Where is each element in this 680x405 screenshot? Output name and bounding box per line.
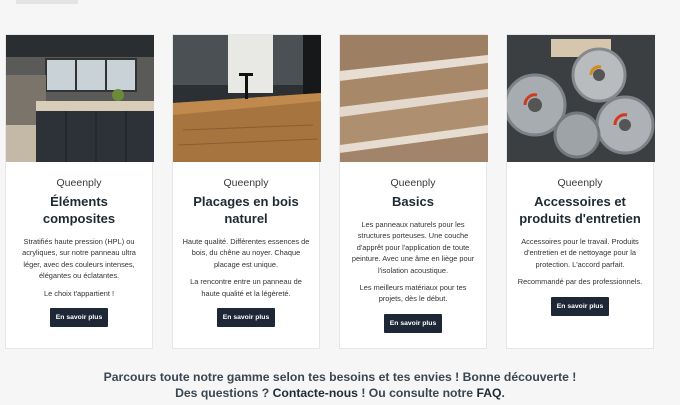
footer-line-2: Des questions ? Contacte-nous ! Ou consu…: [0, 385, 680, 401]
card-basics: Queenply Basics Les panneaux naturels po…: [339, 34, 488, 349]
faq-link[interactable]: FAQ: [476, 386, 501, 400]
kitchen-photo-icon: [6, 35, 154, 162]
veneer-countertop-photo-icon: [173, 35, 321, 162]
top-tab: [16, 0, 78, 4]
card-tagline: La rencontre entre un panneau de haute q…: [190, 277, 302, 298]
card-composites: Queenply Éléments composites Stratifiés …: [5, 34, 154, 349]
saw-blades-photo-icon: [507, 35, 655, 162]
card-brand: Queenply: [56, 177, 102, 189]
card-description: Haute qualité. Différentes essences de b…: [182, 237, 310, 269]
footer-line-1: Parcours toute notre gamme selon tes bes…: [103, 370, 577, 384]
footer-message: Parcours toute notre gamme selon tes bes…: [0, 369, 680, 401]
card-brand: Queenply: [390, 177, 436, 189]
learn-more-button[interactable]: En savoir plus: [383, 313, 443, 333]
card-tagline: Recommandé par des professionnels.: [517, 277, 643, 287]
card-tagline: Le choix t'appartient !: [43, 288, 115, 298]
card-veneers: Queenply Placages en bois naturel Haute …: [172, 34, 321, 349]
contact-link[interactable]: Contacte-nous: [273, 386, 358, 400]
card-description: Les panneaux naturels pour les structure…: [351, 220, 475, 275]
card-tagline: Les meilleurs matériaux pour tes projets…: [359, 283, 467, 304]
plywood-stack-photo-icon: [340, 35, 488, 162]
product-cards: Queenply Éléments composites Stratifiés …: [5, 34, 655, 349]
card-description: Accessoires pour le travail. Produits d'…: [521, 237, 639, 269]
footer-text: ! Ou consulte notre: [357, 386, 477, 400]
card-title: Basics: [392, 194, 434, 209]
card-title: Accessoires et produits d'entretien: [519, 194, 641, 226]
learn-more-button[interactable]: En savoir plus: [550, 296, 610, 316]
card-accessories: Queenply Accessoires et produits d'entre…: [506, 34, 655, 349]
card-brand: Queenply: [557, 177, 603, 189]
card-title: Éléments composites: [42, 194, 116, 226]
learn-more-button[interactable]: En savoir plus: [216, 308, 276, 328]
footer-text: .: [501, 386, 505, 400]
card-title: Placages en bois naturel: [193, 194, 299, 226]
footer-text: Des questions ?: [175, 386, 273, 400]
learn-more-button[interactable]: En savoir plus: [49, 308, 109, 328]
card-description: Stratifiés haute pression (HPL) ou acryl…: [22, 237, 136, 281]
card-brand: Queenply: [223, 177, 269, 189]
